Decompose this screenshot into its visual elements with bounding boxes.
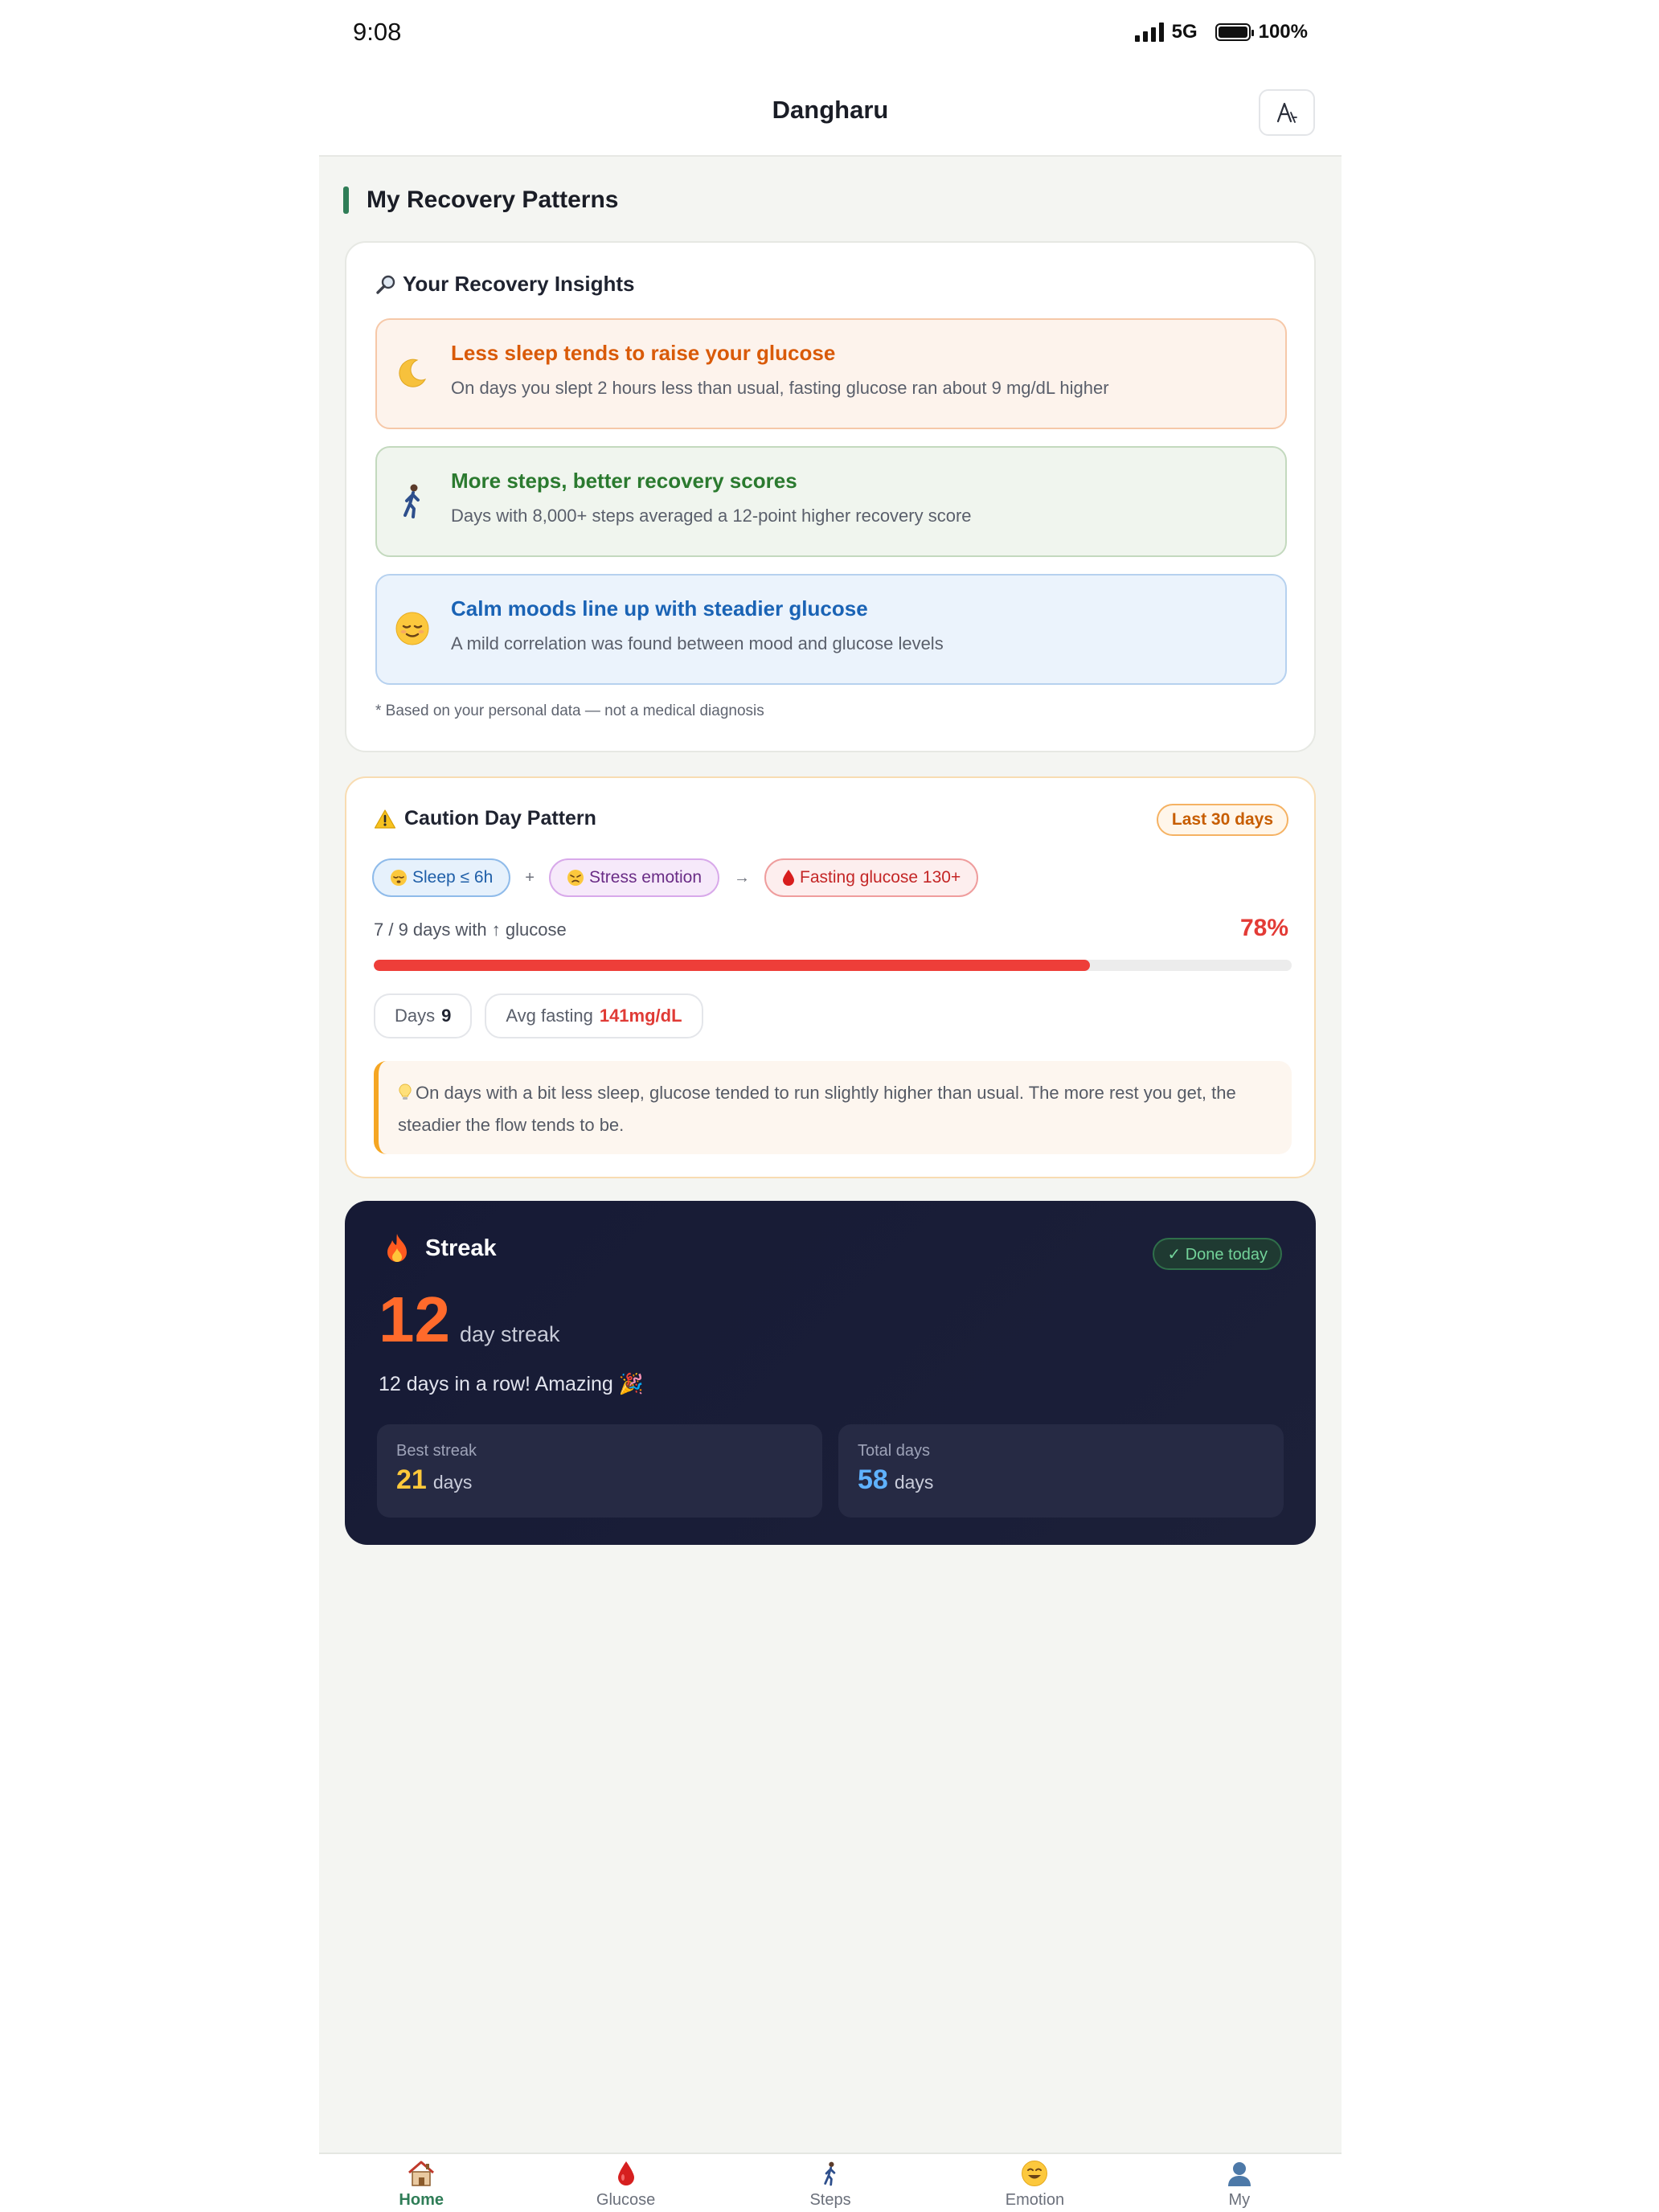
glucose-chip[interactable]: Fasting glucose 130+ xyxy=(764,858,979,897)
total-days-value-row: 58 days xyxy=(858,1464,933,1496)
range-badge[interactable]: Last 30 days xyxy=(1156,804,1288,836)
total-days-unit: days xyxy=(894,1472,934,1493)
streak-count: 12 day streak xyxy=(379,1288,560,1352)
nav-my-label: My xyxy=(1228,2191,1251,2209)
arrow-separator: → xyxy=(734,868,751,887)
sleep-chip[interactable]: Sleep ≤ 6h xyxy=(372,858,511,897)
insight-item[interactable]: More steps, better recovery scores Days … xyxy=(375,446,1287,557)
battery-icon xyxy=(1215,23,1254,41)
stressed-face-icon xyxy=(567,870,584,886)
days-stat: Days 9 xyxy=(374,993,473,1038)
battery-label: 100% xyxy=(1258,21,1308,43)
total-days-box: Total days 58 days xyxy=(838,1424,1284,1518)
caution-progress-fill xyxy=(374,960,1090,971)
warning-icon xyxy=(374,809,396,829)
insight-item[interactable]: Less sleep tends to raise your glucose O… xyxy=(375,318,1287,429)
magnifier-icon xyxy=(376,275,395,294)
app-screen: 9:08 5G 100% Dangharu My Recovery Patter… xyxy=(319,0,1342,2212)
insights-title: Your Recovery Insights xyxy=(375,272,635,297)
streak-number: 12 xyxy=(379,1284,450,1355)
total-days-label: Total days xyxy=(858,1442,931,1460)
insight-desc: A mild correlation was found between moo… xyxy=(451,633,944,653)
caution-title-text: Caution Day Pattern xyxy=(404,807,596,830)
blood-drop-icon xyxy=(783,870,795,886)
insight-title: Less sleep tends to raise your glucose xyxy=(451,341,836,365)
nav-emotion-label: Emotion xyxy=(1005,2191,1065,2209)
status-indicators: 5G 100% xyxy=(1134,21,1308,43)
avg-fasting-stat: Avg fasting 141mg/dL xyxy=(485,993,703,1038)
relieved-face-icon xyxy=(395,611,430,646)
total-days-value: 58 xyxy=(858,1464,888,1495)
recovery-insights-card: Your Recovery Insights Less sleep tends … xyxy=(345,241,1316,752)
network-label: 5G xyxy=(1171,21,1198,43)
lightbulb-icon xyxy=(399,1083,412,1100)
smiley-icon xyxy=(1018,2157,1051,2189)
stress-chip[interactable]: Stress emotion xyxy=(548,858,720,897)
stress-chip-label: Stress emotion xyxy=(588,868,703,887)
streak-title-text: Streak xyxy=(425,1235,497,1261)
avg-fasting-label: Avg fasting xyxy=(506,1006,593,1026)
caution-tip-text: On days with a bit less sleep, glucose t… xyxy=(398,1083,1236,1135)
nav-emotion[interactable]: Emotion xyxy=(932,2154,1137,2212)
caution-stats: Days 9 Avg fasting 141mg/dL xyxy=(374,993,703,1038)
caution-title: Caution Day Pattern xyxy=(374,807,596,830)
best-streak-label: Best streak xyxy=(396,1442,477,1460)
nav-glucose-label: Glucose xyxy=(596,2191,656,2209)
font-size-icon xyxy=(1276,102,1297,123)
section-title: My Recovery Patterns xyxy=(367,186,619,213)
days-stat-value: 9 xyxy=(441,1006,452,1026)
section-header: My Recovery Patterns xyxy=(343,186,618,214)
days-stat-label: Days xyxy=(395,1006,436,1026)
glucose-chip-label: Fasting glucose 130+ xyxy=(800,868,961,887)
sleepy-face-icon xyxy=(391,870,407,886)
avg-fasting-value: 141mg/dL xyxy=(599,1006,682,1026)
moon-icon xyxy=(395,355,430,391)
caution-day-card: Caution Day Pattern Last 30 days Sleep ≤… xyxy=(345,776,1316,1178)
streak-message: 12 days in a row! Amazing 🎉 xyxy=(379,1373,644,1395)
plus-separator: + xyxy=(525,868,535,887)
best-streak-value: 21 xyxy=(396,1464,427,1495)
walking-icon xyxy=(395,483,430,518)
insight-title: More steps, better recovery scores xyxy=(451,469,797,493)
nav-my[interactable]: My xyxy=(1137,2154,1342,2212)
insights-title-text: Your Recovery Insights xyxy=(403,272,635,296)
nav-steps-label: Steps xyxy=(809,2191,851,2209)
font-size-button[interactable] xyxy=(1259,89,1315,136)
app-header: Dangharu xyxy=(319,71,1342,157)
caution-percent: 78% xyxy=(1239,915,1288,941)
blood-drop-icon xyxy=(610,2157,642,2189)
signal-icon xyxy=(1134,23,1164,42)
best-streak-value-row: 21 days xyxy=(396,1464,472,1496)
caution-tip: On days with a bit less sleep, glucose t… xyxy=(374,1061,1292,1154)
home-icon xyxy=(405,2157,437,2189)
bottom-nav: Home Glucose Steps Emotion My xyxy=(319,2153,1342,2212)
best-streak-box: Best streak 21 days xyxy=(377,1424,822,1518)
insight-item[interactable]: Calm moods line up with steadier glucose… xyxy=(375,574,1287,685)
user-icon xyxy=(1223,2157,1256,2189)
insights-footnote: * Based on your personal data — not a me… xyxy=(375,703,764,719)
done-today-badge: ✓ Done today xyxy=(1153,1238,1282,1270)
streak-title: Streak xyxy=(385,1233,497,1264)
section-accent-bar xyxy=(343,186,349,214)
days-with-glucose: 7 / 9 days with ↑ glucose xyxy=(374,920,567,940)
insight-desc: On days you slept 2 hours less than usua… xyxy=(451,378,1109,398)
insight-desc: Days with 8,000+ steps averaged a 12-poi… xyxy=(451,506,972,526)
caution-progress-bar xyxy=(374,960,1292,971)
nav-steps[interactable]: Steps xyxy=(728,2154,932,2212)
app-title: Dangharu xyxy=(772,96,889,124)
nav-glucose[interactable]: Glucose xyxy=(523,2154,727,2212)
streak-card: Streak ✓ Done today 12 day streak 12 day… xyxy=(345,1201,1316,1545)
sleep-chip-label: Sleep ≤ 6h xyxy=(412,868,494,887)
nav-home-label: Home xyxy=(399,2191,444,2209)
insight-title: Calm moods line up with steadier glucose xyxy=(451,596,868,621)
nav-home[interactable]: Home xyxy=(319,2154,523,2212)
streak-unit: day streak xyxy=(459,1322,560,1346)
fire-icon xyxy=(387,1234,407,1262)
best-streak-unit: days xyxy=(432,1472,473,1493)
walking-icon xyxy=(814,2157,846,2189)
pattern-chips: Sleep ≤ 6h + Stress emotion → Fasting gl… xyxy=(372,858,979,897)
status-time: 9:08 xyxy=(353,18,402,46)
status-bar: 9:08 5G 100% xyxy=(319,0,1342,71)
